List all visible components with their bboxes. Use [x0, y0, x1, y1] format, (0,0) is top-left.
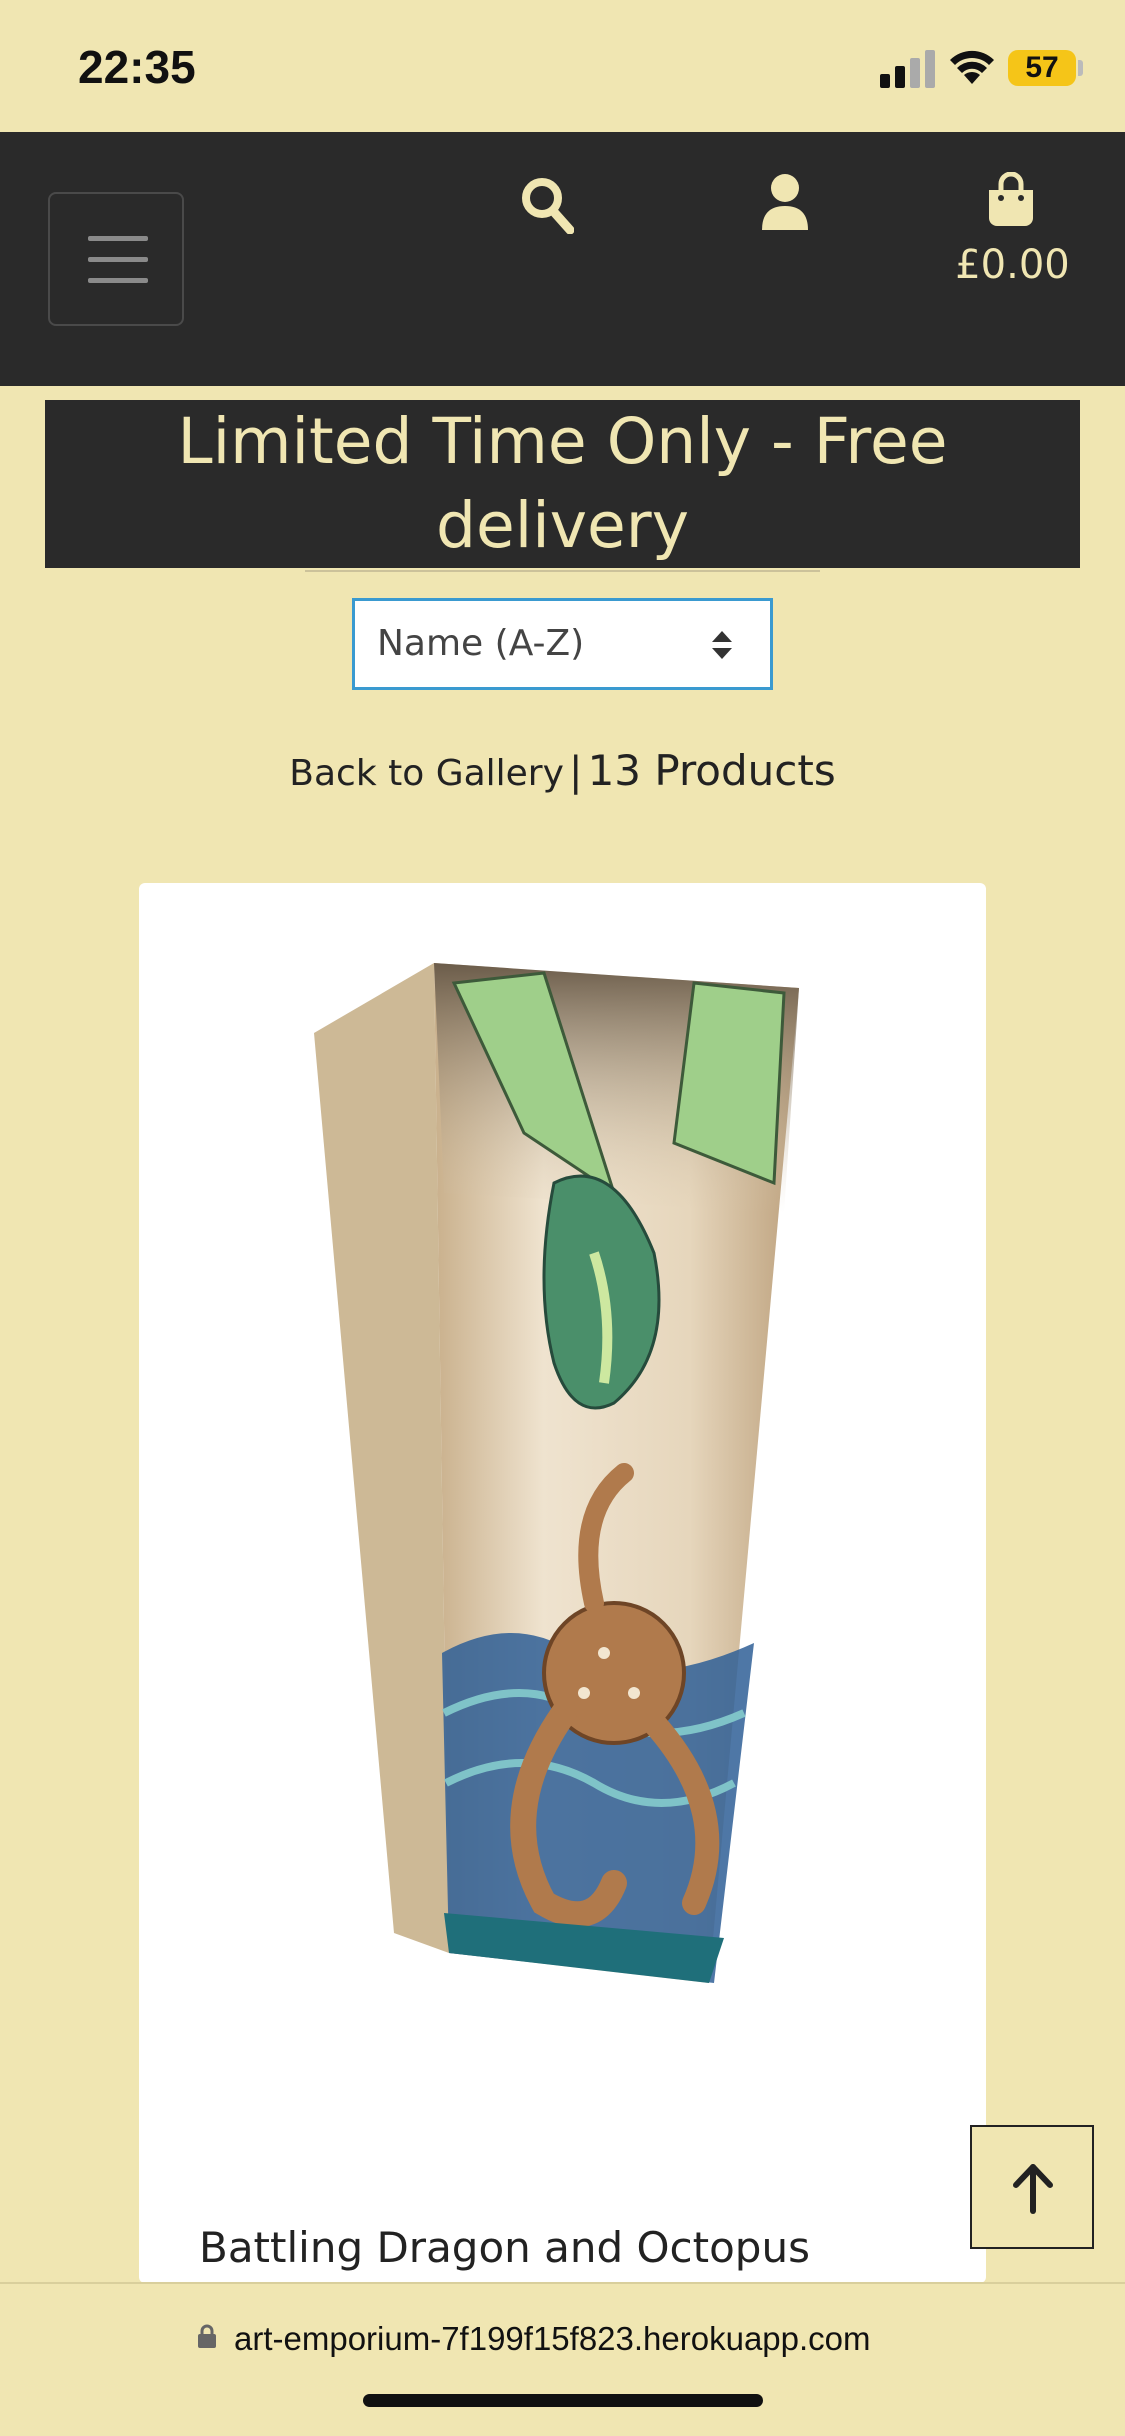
- url-text[interactable]: art-emporium-7f199f15f823.herokuapp.com: [234, 2320, 871, 2358]
- battery-indicator: 57: [1008, 50, 1076, 86]
- home-indicator: [363, 2394, 763, 2407]
- promo-banner: Limited Time Only - Free delivery on ord…: [45, 400, 1080, 646]
- separator: |: [569, 749, 583, 795]
- product-count: 13 Products: [587, 746, 836, 795]
- battery-tip: [1078, 60, 1083, 76]
- product-count-line: Back to Gallery | 13 Products: [0, 746, 1125, 795]
- lock-icon: [198, 2324, 216, 2348]
- cart-total[interactable]: £0.00: [940, 242, 1085, 288]
- product-image[interactable]: [314, 953, 824, 1983]
- sort-select[interactable]: Name (A-Z): [352, 598, 773, 690]
- shopping-bag-icon[interactable]: [987, 172, 1035, 226]
- divider: [305, 570, 820, 572]
- status-time: 22:35: [78, 41, 196, 93]
- menu-icon-bar: [88, 257, 148, 262]
- user-icon[interactable]: [762, 174, 808, 230]
- sort-select-value: Name (A-Z): [377, 623, 585, 664]
- wifi-icon: [950, 50, 994, 84]
- sort-caret-icon: [712, 631, 732, 659]
- cellular-signal-icon: [880, 50, 935, 88]
- arrow-up-icon: [1013, 2164, 1053, 2214]
- menu-toggle-button[interactable]: [48, 192, 184, 326]
- back-to-gallery-link[interactable]: Back to Gallery: [289, 753, 564, 794]
- status-bar: 22:35 57: [0, 0, 1125, 132]
- menu-icon-bar: [88, 278, 148, 283]
- promo-banner-line-1: Limited Time Only - Free delivery: [177, 405, 948, 562]
- browser-url-bar[interactable]: art-emporium-7f199f15f823.herokuapp.com: [0, 2282, 1125, 2436]
- product-card[interactable]: Battling Dragon and Octopus: [139, 883, 986, 2283]
- back-to-top-button[interactable]: [970, 2125, 1094, 2249]
- search-icon[interactable]: [520, 176, 574, 234]
- product-name[interactable]: Battling Dragon and Octopus: [199, 2223, 810, 2272]
- menu-icon: [88, 236, 148, 241]
- site-header: £0.00: [0, 132, 1125, 386]
